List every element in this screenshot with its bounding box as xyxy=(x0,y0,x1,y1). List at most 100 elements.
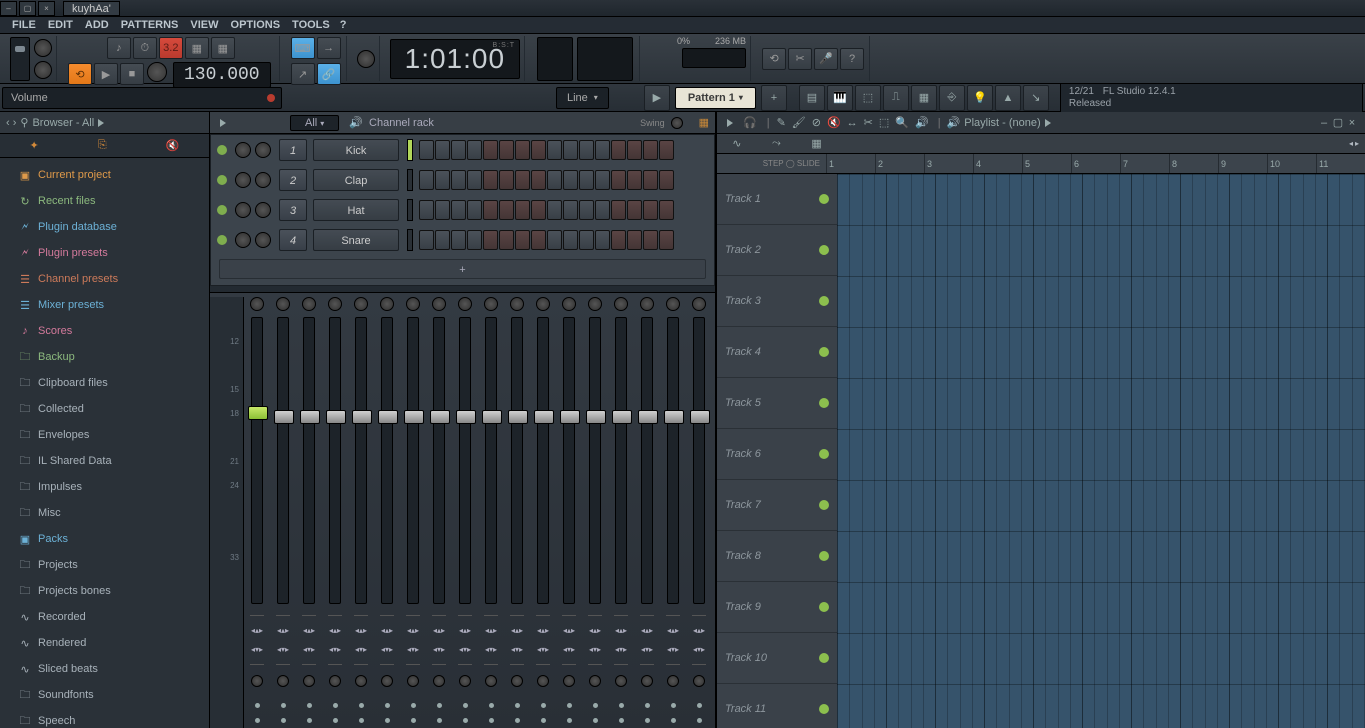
mixer-route2-icon[interactable]: ◂▾▸ xyxy=(355,645,367,654)
step-cell[interactable] xyxy=(467,170,482,190)
mixer-track[interactable]: ◂▴▸◂▾▸ xyxy=(661,297,685,728)
mixer-fader-handle[interactable] xyxy=(248,406,268,420)
mixer-dot-2[interactable] xyxy=(385,718,390,723)
step-cell[interactable] xyxy=(483,140,498,160)
bar-tick[interactable]: 8 xyxy=(1169,154,1218,173)
step-cell[interactable] xyxy=(467,140,482,160)
bar-tick[interactable]: 4 xyxy=(973,154,1022,173)
track-mute-led[interactable] xyxy=(819,602,829,612)
channel-number[interactable]: 4 xyxy=(279,229,307,251)
mixer-route-icon[interactable]: ◂▴▸ xyxy=(563,626,575,635)
mixer-track[interactable]: ◂▴▸◂▾▸ xyxy=(505,297,529,728)
pl-scroll-right[interactable]: ▸ xyxy=(1355,139,1359,148)
swing-knob-2[interactable] xyxy=(671,117,683,129)
step-cell[interactable] xyxy=(515,170,530,190)
playlist-ruler[interactable]: STEP ◯ SLIDE 1234567891011 xyxy=(717,154,1365,174)
mixer-fader-slot[interactable] xyxy=(251,317,263,604)
mixer-route-icon[interactable]: ◂▴▸ xyxy=(589,626,601,635)
browser-tool-mute-icon[interactable]: 🔇 xyxy=(166,139,180,152)
browser-item[interactable]: ♪Scores xyxy=(0,318,209,344)
step-cell[interactable] xyxy=(627,140,642,160)
channel-name-btn[interactable]: Clap xyxy=(313,169,399,191)
browser-item[interactable]: ∿Sliced beats xyxy=(0,656,209,682)
step-cell[interactable] xyxy=(563,200,578,220)
tool-c-btn[interactable]: ▲ xyxy=(995,85,1021,111)
mixer-fader-slot[interactable] xyxy=(589,317,601,604)
step-cell[interactable] xyxy=(547,140,562,160)
mixer-enable-dot[interactable] xyxy=(333,703,338,708)
mixer-route-icon[interactable]: ◂▴▸ xyxy=(355,626,367,635)
browser-item[interactable]: 🗀Misc xyxy=(0,500,209,526)
close-btn[interactable]: × xyxy=(38,1,55,16)
bar-tick[interactable]: 7 xyxy=(1120,154,1169,173)
step-cell[interactable] xyxy=(595,140,610,160)
record-btn[interactable] xyxy=(147,62,167,82)
bar-tick[interactable]: 11 xyxy=(1316,154,1365,173)
step-cell[interactable] xyxy=(579,230,594,250)
mixer-track[interactable]: ◂▴▸◂▾▸ xyxy=(375,297,399,728)
mixer-fader-handle[interactable] xyxy=(326,410,346,424)
mixer-pan-knob[interactable] xyxy=(614,297,628,311)
mixer-fader-slot[interactable] xyxy=(537,317,549,604)
step-cell[interactable] xyxy=(515,200,530,220)
pl-tool-paint-icon[interactable]: ✎ xyxy=(777,116,786,129)
mixer-fader-slot[interactable] xyxy=(485,317,497,604)
mixer-fader-slot[interactable] xyxy=(407,317,419,604)
bar-tick[interactable]: 6 xyxy=(1071,154,1120,173)
mixer-pan-knob[interactable] xyxy=(458,297,472,311)
step-cell[interactable] xyxy=(419,140,434,160)
mixer-route2-icon[interactable]: ◂▾▸ xyxy=(407,645,419,654)
browser-expand-icon[interactable] xyxy=(98,119,104,127)
browser-item[interactable]: ∿Rendered xyxy=(0,630,209,656)
pl-mode-b-icon[interactable]: ⤳ xyxy=(772,137,781,150)
step-cell[interactable] xyxy=(435,200,450,220)
mixer-dot-2[interactable] xyxy=(255,718,260,723)
mixer-send-knob[interactable] xyxy=(433,675,445,687)
step-cell[interactable] xyxy=(435,230,450,250)
step-cell[interactable] xyxy=(659,140,674,160)
channel-vol-knob[interactable] xyxy=(255,232,271,248)
step-cell[interactable] xyxy=(515,230,530,250)
step-cell[interactable] xyxy=(419,170,434,190)
browser-item[interactable]: 🗀IL Shared Data xyxy=(0,448,209,474)
view-piano-btn[interactable]: 🎹 xyxy=(827,85,853,111)
mixer-pan-knob[interactable] xyxy=(484,297,498,311)
mixer-enable-dot[interactable] xyxy=(645,703,650,708)
mixer-enable-dot[interactable] xyxy=(619,703,624,708)
track-mute-led[interactable] xyxy=(819,449,829,459)
minimize-btn[interactable]: – xyxy=(0,1,17,16)
channel-name-btn[interactable]: Snare xyxy=(313,229,399,251)
channel-mute-led[interactable] xyxy=(217,145,227,155)
mixer-fader-slot[interactable] xyxy=(563,317,575,604)
mixer-fader-handle[interactable] xyxy=(612,410,632,424)
mixer-send-knob[interactable] xyxy=(329,675,341,687)
channel-mute-led[interactable] xyxy=(217,235,227,245)
step-cell[interactable] xyxy=(451,230,466,250)
channel-pan-knob[interactable] xyxy=(235,202,251,218)
mixer-route2-icon[interactable]: ◂▾▸ xyxy=(303,645,315,654)
play-btn[interactable]: ▶ xyxy=(94,63,118,85)
mixer-pan-knob[interactable] xyxy=(406,297,420,311)
step-cell[interactable] xyxy=(595,170,610,190)
step-cell[interactable] xyxy=(419,230,434,250)
bar-tick[interactable]: 1 xyxy=(826,154,875,173)
mixer-route-icon[interactable]: ◂▴▸ xyxy=(615,626,627,635)
mixer-route-icon[interactable]: ◂▴▸ xyxy=(407,626,419,635)
step-cell[interactable] xyxy=(563,140,578,160)
browser-tool-copy-icon[interactable]: ⎘ xyxy=(98,139,107,152)
stop-btn[interactable]: ■ xyxy=(120,63,144,85)
mixer-fader-handle[interactable] xyxy=(508,410,528,424)
mixer-dot-2[interactable] xyxy=(697,718,702,723)
project-tab[interactable]: kuyhAa' xyxy=(63,1,120,16)
step-cell[interactable] xyxy=(531,140,546,160)
mixer-route2-icon[interactable]: ◂▾▸ xyxy=(693,645,705,654)
mixer-route2-icon[interactable]: ◂▾▸ xyxy=(537,645,549,654)
pl-tool-slice-icon[interactable]: ✂ xyxy=(864,116,873,129)
track-mute-led[interactable] xyxy=(819,551,829,561)
step-cell[interactable] xyxy=(595,200,610,220)
mixer-fader-slot[interactable] xyxy=(693,317,705,604)
channel-name-btn[interactable]: Kick xyxy=(313,139,399,161)
mixer-pan-knob[interactable] xyxy=(692,297,706,311)
mixer-route-icon[interactable]: ◂▴▸ xyxy=(303,626,315,635)
browser-item[interactable]: ☰Mixer presets xyxy=(0,292,209,318)
